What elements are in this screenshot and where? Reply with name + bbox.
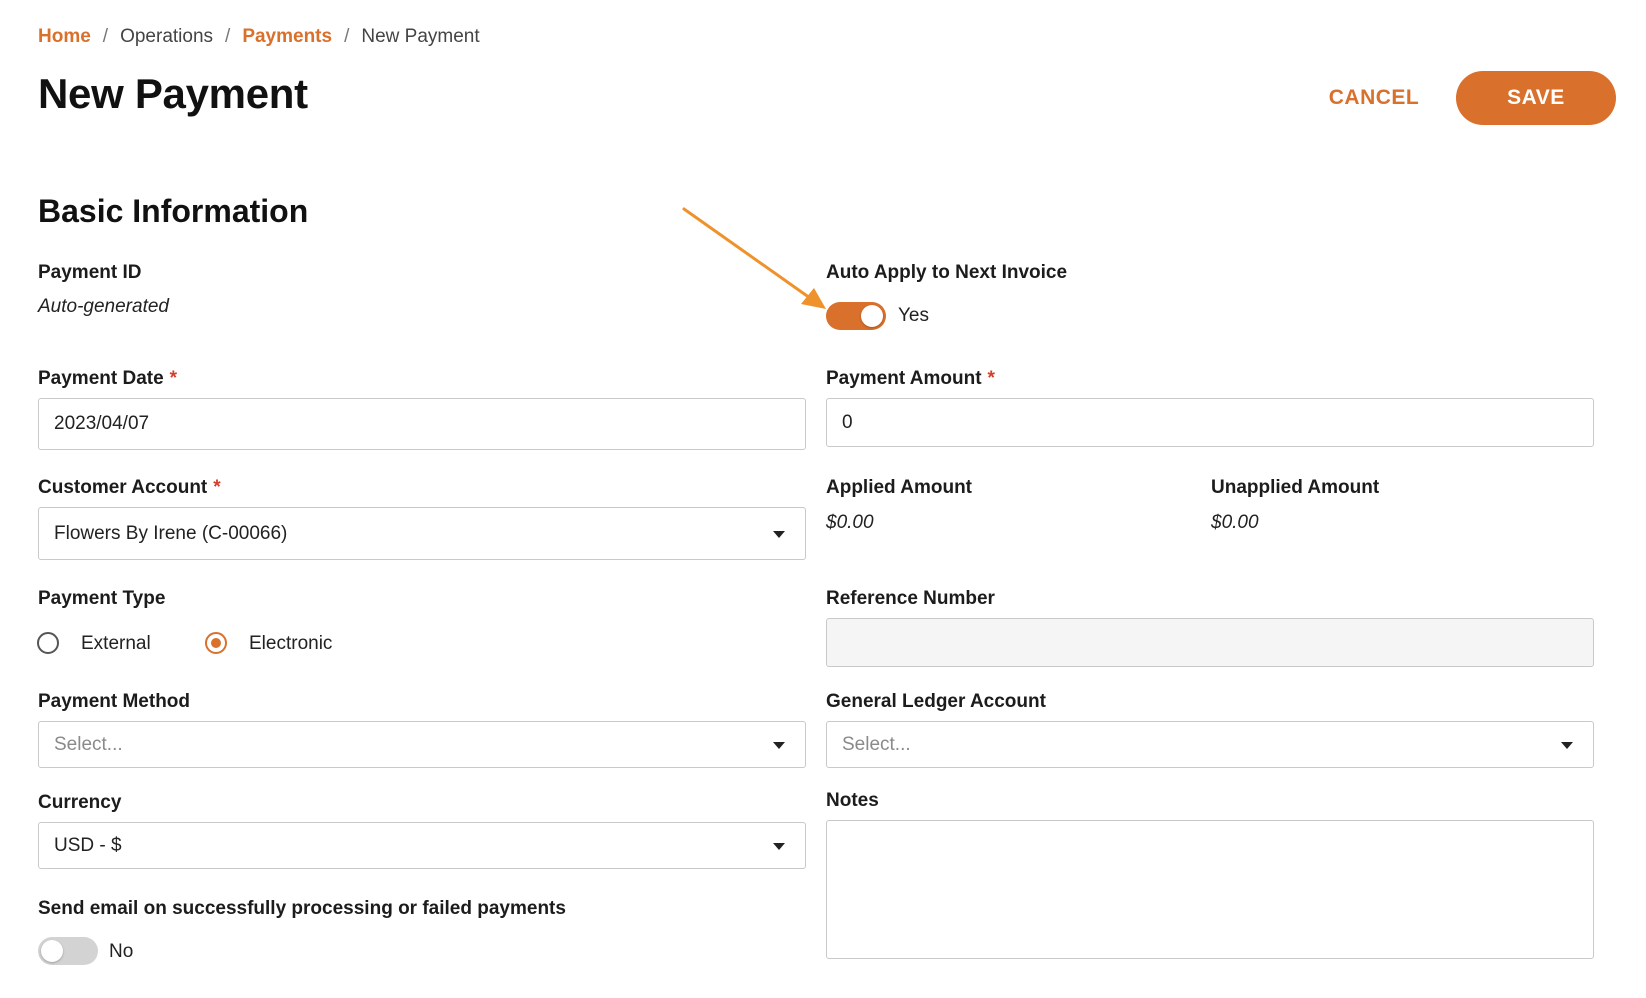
chevron-down-icon xyxy=(773,741,785,749)
breadcrumb-current: New Payment xyxy=(361,26,480,47)
payment-amount-label-text: Payment Amount xyxy=(826,368,982,389)
breadcrumb-home-link[interactable]: Home xyxy=(38,26,91,48)
annotation-arrow-icon xyxy=(682,207,826,309)
auto-apply-state: Yes xyxy=(898,305,929,326)
breadcrumb-payments-link[interactable]: Payments xyxy=(242,26,332,48)
breadcrumb-separator: / xyxy=(344,26,350,47)
payment-amount-input[interactable]: 0 xyxy=(826,398,1594,447)
breadcrumb: Home / Operations / Payments / New Payme… xyxy=(38,24,480,50)
auto-apply-toggle[interactable] xyxy=(826,302,886,330)
chevron-down-icon xyxy=(773,842,785,850)
payment-type-external-label[interactable]: External xyxy=(81,633,151,655)
required-mark: * xyxy=(213,477,221,498)
currency-label: Currency xyxy=(38,792,122,813)
page-title: New Payment xyxy=(38,70,308,117)
toggle-knob xyxy=(41,940,63,962)
payment-type-label: Payment Type xyxy=(38,588,166,609)
send-email-label: Send email on successfully processing or… xyxy=(38,898,566,919)
payment-id-label: Payment ID xyxy=(38,262,142,283)
toggle-knob xyxy=(861,305,883,327)
chevron-down-icon xyxy=(773,530,785,538)
section-title-basic-information: Basic Information xyxy=(38,193,309,229)
breadcrumb-separator: / xyxy=(225,26,231,47)
unapplied-amount-label: Unapplied Amount xyxy=(1211,477,1380,498)
breadcrumb-separator: / xyxy=(102,26,109,47)
general-ledger-account-select[interactable]: Select... xyxy=(826,721,1594,768)
payment-amount-label: Payment Amount * xyxy=(826,368,995,390)
applied-amount-value: $0.00 xyxy=(826,512,874,533)
send-email-state: No xyxy=(109,941,134,962)
auto-apply-label: Auto Apply to Next Invoice xyxy=(826,262,1068,283)
customer-account-label-text: Customer Account xyxy=(38,477,208,498)
currency-select[interactable]: USD - $ xyxy=(38,822,806,869)
payment-method-select[interactable]: Select... xyxy=(38,721,806,768)
payment-type-electronic-radio[interactable] xyxy=(205,632,227,654)
unapplied-amount-value: $0.00 xyxy=(1211,512,1259,533)
reference-number-input[interactable] xyxy=(826,618,1594,667)
payment-method-placeholder: Select... xyxy=(54,733,123,755)
reference-number-label: Reference Number xyxy=(826,588,995,609)
notes-textarea[interactable] xyxy=(826,820,1594,959)
payment-date-label-text: Payment Date xyxy=(38,368,164,389)
chevron-down-icon xyxy=(1561,741,1573,749)
customer-account-select[interactable]: Flowers By Irene (C-00066) xyxy=(38,507,806,560)
cancel-button[interactable]: CANCEL xyxy=(1312,78,1436,118)
required-mark: * xyxy=(987,368,995,389)
customer-account-value: Flowers By Irene (C-00066) xyxy=(54,522,288,544)
send-email-toggle[interactable] xyxy=(38,937,98,965)
customer-account-label: Customer Account * xyxy=(38,477,221,499)
required-mark: * xyxy=(169,368,178,389)
payment-date-input[interactable]: 2023/04/07 xyxy=(38,398,806,450)
payment-date-label: Payment Date * xyxy=(38,368,177,390)
general-ledger-account-label: General Ledger Account xyxy=(826,691,1046,712)
notes-label: Notes xyxy=(826,790,879,811)
payment-type-electronic-label[interactable]: Electronic xyxy=(249,633,332,655)
payment-type-external-radio[interactable] xyxy=(37,632,59,654)
currency-value: USD - $ xyxy=(54,834,122,856)
breadcrumb-operations: Operations xyxy=(120,26,214,47)
payment-method-label: Payment Method xyxy=(38,691,191,712)
payment-id-value: Auto-generated xyxy=(38,296,169,317)
save-button[interactable]: SAVE xyxy=(1456,71,1616,125)
general-ledger-account-placeholder: Select... xyxy=(842,733,911,755)
applied-amount-label: Applied Amount xyxy=(826,477,972,498)
